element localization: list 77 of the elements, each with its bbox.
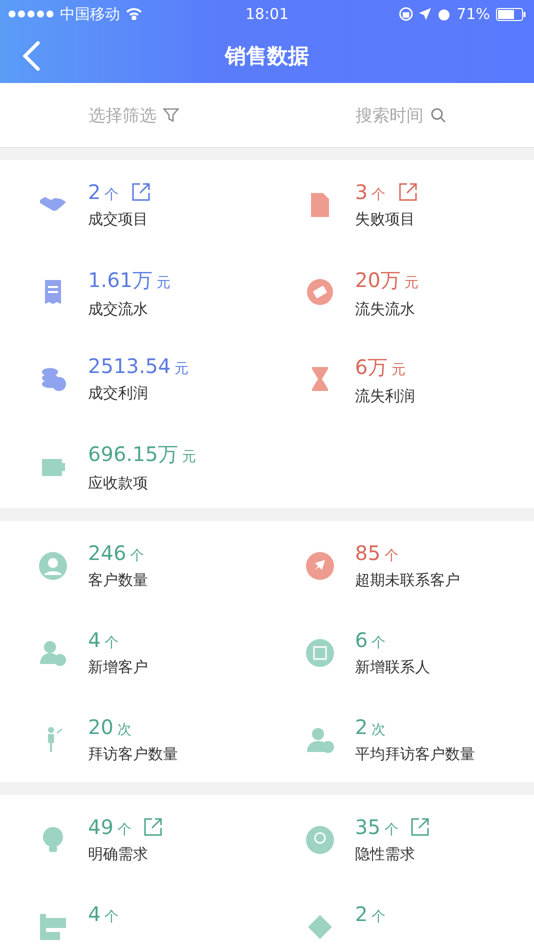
user-chart-icon	[305, 725, 335, 755]
stat-label: 流失利润	[355, 387, 415, 406]
stat-value: 20万	[355, 267, 400, 294]
search-time-button[interactable]: 搜索时间	[267, 83, 534, 147]
battery-percent: 71%	[456, 5, 490, 23]
battery-icon	[496, 8, 526, 20]
stat-unit: 个	[372, 908, 386, 926]
stat-unit: 个	[104, 634, 119, 652]
stat-value: 2	[88, 180, 101, 204]
stat-label: 平均拜访客户数量	[355, 745, 475, 764]
stat-label: 失败项目	[355, 210, 416, 229]
lock-rotation-icon	[398, 7, 413, 21]
stat-label: 拜访客户数量	[88, 745, 178, 764]
wifi-icon	[126, 8, 142, 20]
stat-label: 超期未联系客户	[355, 571, 460, 590]
stat-unit: 个	[372, 634, 386, 652]
open-link-button[interactable]	[398, 182, 418, 202]
stat-value: 4	[88, 902, 101, 926]
stat-label: 成交流水	[88, 300, 149, 319]
stat-label: 新增客户	[88, 658, 148, 677]
filter-icon	[162, 107, 178, 123]
search-icon	[430, 107, 446, 123]
open-link-button[interactable]	[143, 817, 164, 837]
rocket-icon	[305, 551, 335, 581]
external-link-icon	[398, 182, 418, 202]
stat-unit: 元	[156, 274, 171, 292]
external-link-icon	[410, 817, 430, 837]
stat-label: 客户数量	[88, 571, 148, 590]
stat-value: 2	[355, 902, 368, 926]
external-link-icon	[143, 817, 164, 837]
stat-value: 3	[355, 180, 368, 204]
stat-value: 2513.54	[88, 354, 171, 378]
stat-unit: 个	[117, 821, 132, 839]
open-link-button[interactable]	[410, 817, 430, 837]
page-title: 销售数据	[225, 42, 309, 70]
stat-unit: 元	[404, 274, 418, 292]
stat-label: 流失流水	[355, 300, 416, 319]
stat-unit: 个	[372, 186, 386, 204]
contact-card-icon	[305, 638, 335, 668]
filter-button[interactable]: 选择筛选	[0, 83, 267, 147]
stat-value: 4	[88, 628, 101, 652]
ticket-icon	[305, 277, 335, 307]
stat-value: 6	[355, 628, 368, 652]
location-icon	[418, 8, 431, 20]
stat-label: 明确需求	[88, 845, 149, 864]
stat-value: 696.15万	[88, 441, 178, 468]
stat-unit: 元	[174, 360, 189, 378]
open-link-button[interactable]	[130, 182, 151, 202]
stat-label: 成交项目	[88, 210, 149, 229]
carrier-name: 中国移动	[60, 4, 120, 24]
stat-value: 2	[355, 715, 368, 739]
stat-value: 1.61万	[88, 267, 153, 294]
stat-unit: 个	[104, 908, 119, 926]
stat-label: 新增联系人	[355, 658, 430, 677]
stat-unit: 个	[130, 547, 144, 565]
stat-unit: 个	[384, 821, 398, 839]
add-user-icon	[38, 638, 68, 668]
lightbulb-icon	[305, 825, 335, 855]
stat-value: 246	[88, 541, 126, 565]
stat-value: 35	[355, 815, 380, 839]
stat-unit: 次	[117, 721, 132, 739]
stat-label: 成交利润	[88, 384, 149, 403]
stat-label: 应收款项	[88, 474, 149, 493]
status-time: 18:01	[245, 5, 289, 23]
stat-value: 6万	[355, 354, 388, 381]
stat-unit: 元	[392, 361, 406, 379]
stat-unit: 个	[104, 186, 119, 204]
external-link-icon	[130, 182, 151, 202]
stat-unit: 元	[182, 448, 196, 466]
stat-label: 隐性需求	[355, 845, 416, 864]
stat-value: 49	[88, 815, 114, 839]
signal-icon	[8, 10, 54, 18]
stat-unit: 次	[372, 721, 386, 739]
stat-unit: 个	[384, 547, 398, 565]
user-icon	[38, 551, 68, 581]
stat-value: 85	[355, 541, 380, 565]
stat-value: 20	[88, 715, 114, 739]
